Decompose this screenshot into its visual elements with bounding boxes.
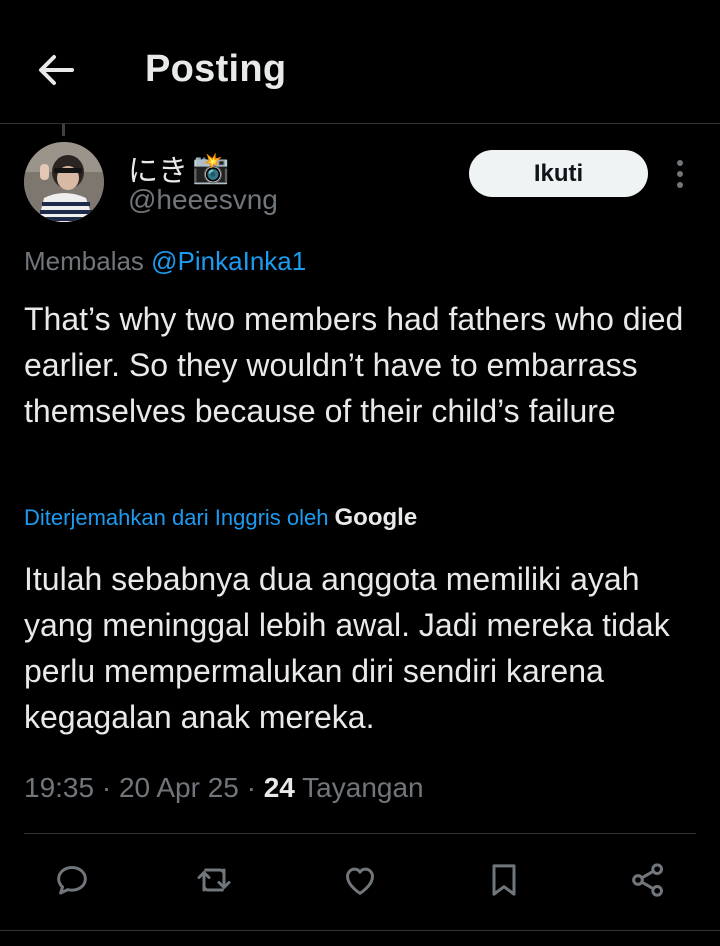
bookmark-button[interactable] bbox=[482, 858, 526, 902]
reply-icon bbox=[57, 866, 87, 895]
reply-prefix: Membalas bbox=[24, 246, 144, 276]
more-vertical-icon bbox=[677, 160, 683, 188]
thread-connector bbox=[62, 124, 65, 136]
bookmark-icon bbox=[492, 864, 516, 896]
camera-flash-icon: 📸 bbox=[192, 150, 230, 186]
page-title: Posting bbox=[145, 48, 287, 90]
repost-button[interactable] bbox=[192, 858, 236, 902]
translated-post-text: Itulah sebabnya dua anggota memiliki aya… bbox=[24, 561, 670, 735]
share-button[interactable] bbox=[626, 858, 670, 902]
views-count: 24 bbox=[263, 772, 295, 803]
more-options-button[interactable] bbox=[666, 156, 694, 192]
translation-attribution[interactable]: Diterjemahkan dari Inggris oleh Google bbox=[24, 504, 417, 532]
header-divider bbox=[0, 123, 720, 124]
like-button[interactable] bbox=[338, 858, 382, 902]
post-date[interactable]: 20 Apr 25 bbox=[119, 772, 239, 803]
post-time[interactable]: 19:35 bbox=[24, 772, 94, 803]
top-bar: Posting bbox=[0, 0, 720, 124]
share-icon bbox=[632, 863, 663, 897]
avatar[interactable] bbox=[24, 142, 104, 222]
google-logo: Google bbox=[334, 504, 418, 531]
repost-icon bbox=[197, 868, 231, 892]
reply-button[interactable] bbox=[50, 858, 94, 902]
arrow-left-icon bbox=[39, 55, 74, 85]
translation-label: Diterjemahkan dari Inggris oleh bbox=[24, 505, 329, 530]
post-meta: 19:35 · 20 Apr 25 · 24 Tayangan bbox=[24, 772, 424, 804]
author-handle[interactable]: @heeesvng bbox=[128, 184, 278, 216]
follow-button[interactable]: Ikuti bbox=[469, 150, 648, 197]
like-icon bbox=[346, 867, 374, 895]
meta-separator: · bbox=[246, 772, 256, 803]
reply-context: Membalas @PinkaInka1 bbox=[24, 246, 306, 277]
views-label: Tayangan bbox=[302, 772, 424, 803]
meta-divider bbox=[24, 833, 696, 834]
action-bar bbox=[0, 858, 720, 908]
meta-separator: · bbox=[101, 772, 112, 803]
reply-mention-link[interactable]: @PinkaInka1 bbox=[151, 246, 306, 276]
post-text: That’s why two members had fathers who d… bbox=[24, 301, 684, 429]
back-button[interactable] bbox=[34, 50, 78, 90]
bottom-divider bbox=[0, 930, 720, 931]
avatar-image bbox=[24, 142, 104, 222]
